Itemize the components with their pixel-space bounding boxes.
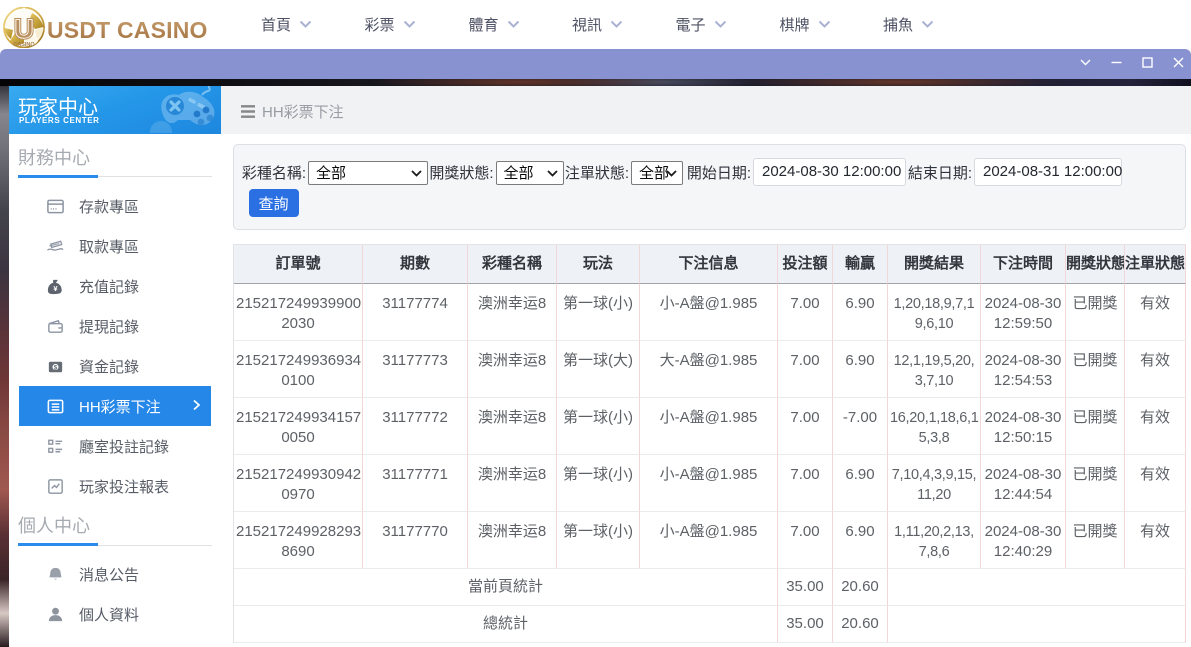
svg-text:U: U <box>14 14 34 44</box>
svg-text:$: $ <box>54 364 58 371</box>
svg-text:CASINO: CASINO <box>13 42 35 48</box>
